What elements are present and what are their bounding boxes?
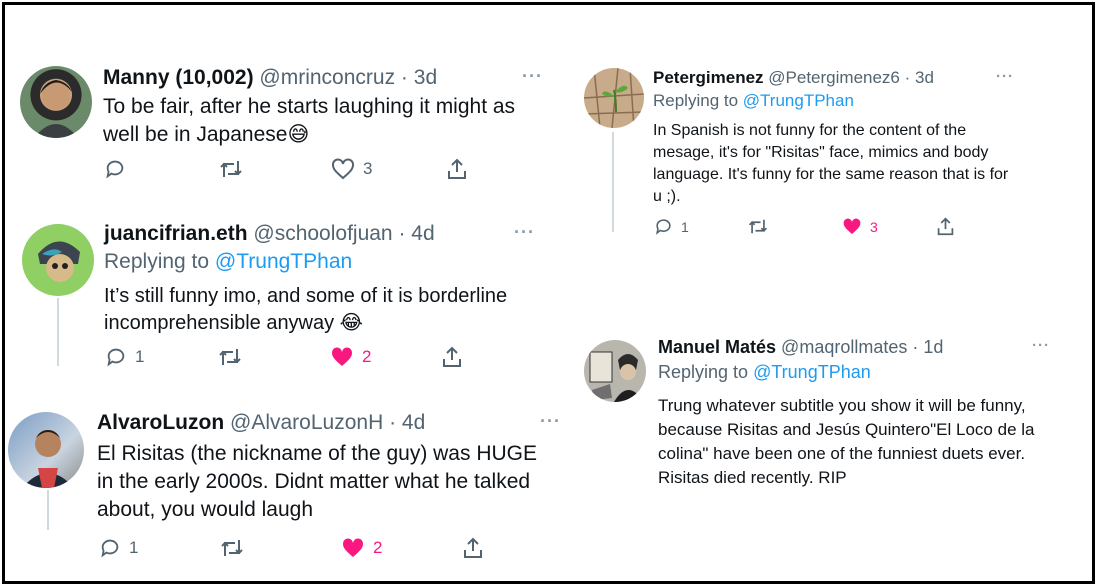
retweet-button[interactable] [217, 346, 243, 368]
reply-count: 1 [681, 218, 689, 235]
retweet-icon [221, 540, 243, 556]
tweet-text: Trung whatever subtitle you show it will… [658, 396, 1035, 487]
replying-to-label: Replying to [658, 362, 749, 382]
timestamp[interactable]: 4d [402, 411, 425, 434]
user-handle[interactable]: @mrinconcruz [259, 66, 395, 89]
avatar[interactable] [8, 412, 84, 488]
more-options-icon[interactable]: ··· [1032, 337, 1050, 354]
more-options-icon[interactable]: ··· [540, 411, 561, 432]
reply-button[interactable]: 1 [105, 346, 144, 368]
like-count: 2 [362, 347, 372, 366]
separator: · [383, 411, 402, 434]
share-button[interactable] [936, 216, 955, 237]
share-button[interactable] [446, 157, 468, 181]
display-name[interactable]: Petergimenez [653, 68, 764, 87]
reply-icon [101, 539, 119, 558]
like-count: 3 [870, 218, 878, 235]
reply-icon [106, 160, 124, 179]
tweet-text: To be fair, after he starts laughing it … [103, 95, 516, 146]
like-button[interactable]: 3 [331, 158, 372, 180]
display-name[interactable]: AlvaroLuzon [97, 411, 224, 434]
timestamp[interactable]: 1d [923, 337, 943, 357]
separator: · [907, 337, 924, 357]
user-handle[interactable]: @Petergimenez6 [768, 68, 900, 87]
avatar[interactable] [22, 224, 94, 296]
more-options-icon[interactable]: ··· [996, 68, 1014, 85]
thread-line [612, 132, 614, 232]
timestamp[interactable]: 3d [915, 68, 934, 87]
user-handle[interactable]: @AlvaroLuzonH [230, 411, 383, 434]
display-name[interactable]: Manuel Matés [658, 337, 776, 357]
like-button[interactable]: 2 [341, 537, 382, 559]
retweet-icon [748, 219, 768, 234]
avatar[interactable] [20, 66, 92, 138]
timestamp[interactable]: 3d [414, 66, 437, 89]
display-name[interactable]: Manny (10,002) [103, 66, 254, 89]
reply-button[interactable]: 1 [654, 217, 689, 236]
display-name[interactable]: juancifrian.eth [104, 222, 248, 245]
avatar[interactable] [584, 340, 646, 402]
reply-icon [107, 348, 125, 367]
like-count: 2 [373, 538, 383, 557]
retweet-icon [219, 349, 241, 365]
replying-to-label: Replying to [653, 91, 739, 110]
reply-count: 1 [135, 347, 145, 366]
heart-filled-icon [843, 218, 861, 234]
retweet-button[interactable] [218, 158, 244, 180]
share-icon [464, 537, 482, 558]
replying-to-label: Replying to [104, 250, 210, 273]
retweet-icon [220, 161, 242, 177]
thread-line [57, 298, 59, 366]
timestamp[interactable]: 4d [411, 222, 434, 245]
separator: · [395, 66, 414, 89]
heart-filled-icon [342, 538, 364, 557]
user-handle[interactable]: @schoolofjuan [253, 222, 392, 245]
replying-to-handle[interactable]: @TrungTPhan [215, 250, 352, 273]
heart-filled-icon [331, 347, 353, 366]
share-button[interactable] [462, 536, 484, 560]
separator: · [392, 222, 412, 245]
share-icon [443, 346, 461, 367]
more-options-icon[interactable]: ··· [522, 66, 543, 87]
like-button[interactable]: 3 [842, 217, 878, 236]
retweet-button[interactable] [747, 217, 769, 236]
tweet-text: El Risitas (the nickname of the guy) was… [97, 442, 537, 521]
user-handle[interactable]: @maqrollmates [781, 337, 907, 357]
retweet-button[interactable] [219, 537, 245, 559]
more-options-icon[interactable]: ··· [514, 222, 535, 243]
tweet-text: In Spanish is not funny for the content … [653, 122, 1009, 205]
reply-button[interactable]: 1 [99, 537, 138, 559]
thread-line [47, 490, 49, 530]
avatar[interactable] [584, 68, 644, 128]
reply-icon [655, 219, 671, 235]
replying-to: Replying to @TrungTPhan [104, 250, 352, 274]
like-count: 3 [363, 159, 373, 178]
tweet-text: It’s still funny imo, and some of it is … [104, 285, 508, 334]
replying-to: Replying to @TrungTPhan [658, 362, 871, 383]
replying-to-handle[interactable]: @TrungTPhan [753, 362, 871, 382]
like-button[interactable]: 2 [330, 346, 371, 368]
replying-to-handle[interactable]: @TrungTPhan [743, 91, 854, 110]
reply-count: 1 [129, 538, 139, 557]
heart-outline-icon [332, 158, 354, 180]
share-icon [448, 158, 466, 179]
share-button[interactable] [441, 345, 463, 369]
share-icon [937, 217, 954, 236]
reply-button[interactable] [104, 158, 126, 180]
separator: · [899, 68, 915, 87]
replying-to: Replying to @TrungTPhan [653, 91, 854, 111]
